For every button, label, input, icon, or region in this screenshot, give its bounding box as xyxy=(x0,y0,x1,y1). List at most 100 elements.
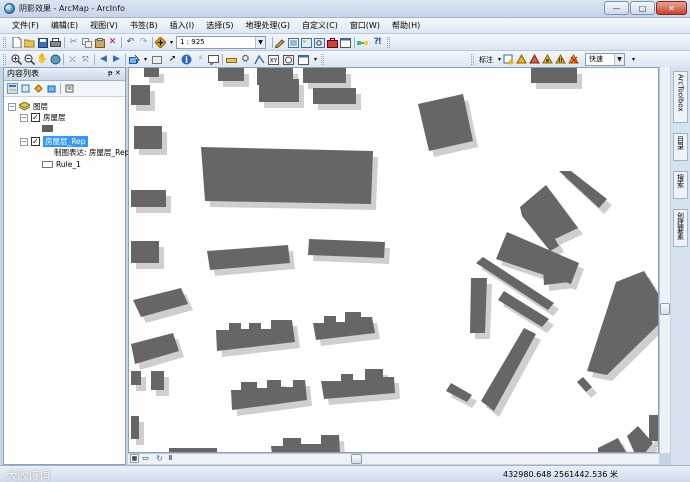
catalog-window-icon[interactable] xyxy=(301,37,312,48)
toc-pin-close-icon[interactable]: ᵽ ✕ xyxy=(108,69,121,77)
menu-edit[interactable]: 编辑(E) xyxy=(45,20,84,31)
hyperlink-icon[interactable]: ⚡ xyxy=(195,54,206,65)
python-window-icon[interactable] xyxy=(340,37,351,48)
identify-icon[interactable]: i xyxy=(181,54,192,65)
toolbar-grip[interactable] xyxy=(471,54,474,65)
time-slider-icon[interactable] xyxy=(283,54,294,65)
maximize-button[interactable]: □ xyxy=(630,1,655,15)
minimize-button[interactable]: — xyxy=(604,1,629,15)
building-footprint[interactable] xyxy=(131,241,159,263)
redo-icon[interactable]: ↷ xyxy=(138,37,149,48)
label-priority-icon[interactable] xyxy=(516,54,527,65)
save-icon[interactable] xyxy=(37,37,48,48)
find-binoculars-icon[interactable]: ⛭ xyxy=(240,54,251,65)
menu-windows[interactable]: 窗口(W) xyxy=(344,20,386,31)
menu-geoprocessing[interactable]: 地理处理(G) xyxy=(240,20,296,31)
layer-visibility-checkbox[interactable]: ✓ xyxy=(31,137,40,146)
create-viewer-window-icon[interactable] xyxy=(298,54,309,65)
open-folder-icon[interactable] xyxy=(24,37,35,48)
select-dropdown-icon[interactable]: ▾ xyxy=(140,54,151,65)
measure-icon[interactable] xyxy=(226,54,237,65)
menu-selection[interactable]: 选择(S) xyxy=(200,20,239,31)
zoom-out-icon[interactable] xyxy=(24,54,35,65)
toc-layers-group[interactable]: − 图层 xyxy=(8,101,48,112)
full-extent-globe-icon[interactable] xyxy=(50,54,61,65)
toolbar-grip[interactable] xyxy=(387,37,390,48)
toolbar-overflow-icon[interactable]: ▾ xyxy=(628,54,639,65)
lock-labels-icon[interactable] xyxy=(542,54,553,65)
pause-drawing-icon[interactable]: Ⅱ xyxy=(166,454,175,463)
html-popup-icon[interactable] xyxy=(208,54,219,65)
building-footprint[interactable] xyxy=(218,68,244,81)
select-features-icon[interactable] xyxy=(129,54,140,65)
go-back-arrow-icon[interactable]: ◀ xyxy=(98,54,109,65)
go-forward-arrow-icon[interactable]: ▶ xyxy=(111,54,122,65)
map-horizontal-scrollbar[interactable]: ▦ ▭ ↻ Ⅱ xyxy=(128,453,659,464)
menu-customize[interactable]: 自定义(C) xyxy=(296,20,344,31)
collapse-toggle[interactable]: − xyxy=(8,102,16,111)
vertical-scroll-thumb[interactable] xyxy=(660,303,670,315)
map-display[interactable] xyxy=(128,67,659,453)
building-footprint[interactable] xyxy=(531,68,577,83)
chevron-down-icon[interactable]: ▼ xyxy=(255,37,265,48)
building-footprint[interactable] xyxy=(271,435,340,453)
horizontal-scroll-thumb[interactable] xyxy=(351,454,362,464)
dock-tab-catalog[interactable]: 目录 xyxy=(673,133,688,161)
zoom-in-icon[interactable] xyxy=(11,54,22,65)
building-footprint[interactable] xyxy=(470,278,487,333)
building-footprint[interactable] xyxy=(308,239,385,258)
toolbar-grip[interactable] xyxy=(3,37,6,48)
chevron-down-icon[interactable]: ▼ xyxy=(614,54,624,65)
layer-name[interactable]: 房屋层_Rep xyxy=(43,136,88,147)
menu-bookmarks[interactable]: 书签(B) xyxy=(124,20,164,31)
find-route-icon[interactable] xyxy=(254,54,265,65)
building-footprint[interactable] xyxy=(543,264,569,285)
label-manager-icon[interactable] xyxy=(503,54,514,65)
building-footprint[interactable] xyxy=(303,68,346,83)
layer-symbol-swatch[interactable] xyxy=(42,125,53,132)
toc-layer-row-selected[interactable]: − ✓ 房屋层_Rep xyxy=(20,136,88,147)
collapse-toggle[interactable]: − xyxy=(20,137,28,146)
representation-rule-row[interactable]: Rule_1 xyxy=(42,159,81,170)
menu-file[interactable]: 文件(F) xyxy=(6,20,45,31)
label-quality-combobox[interactable]: 快速 ▼ xyxy=(585,53,625,66)
building-footprint[interactable] xyxy=(131,190,166,207)
model-builder-icon[interactable] xyxy=(357,37,368,48)
collapse-toggle[interactable]: − xyxy=(20,113,28,122)
table-of-contents-icon[interactable] xyxy=(288,37,299,48)
search-window-icon[interactable] xyxy=(314,37,325,48)
list-by-source-icon[interactable] xyxy=(20,83,31,94)
toolbar-grip[interactable] xyxy=(3,54,6,65)
paste-icon[interactable] xyxy=(94,37,105,48)
data-view-icon[interactable]: ▦ xyxy=(130,454,139,463)
view-unplaced-labels-icon[interactable] xyxy=(568,54,579,65)
refresh-icon[interactable]: ↻ xyxy=(155,454,164,463)
building-footprint[interactable] xyxy=(131,85,150,105)
building-footprint[interactable] xyxy=(520,185,578,251)
menu-view[interactable]: 视图(V) xyxy=(84,20,124,31)
dock-tab-search[interactable]: 搜索 xyxy=(673,171,688,199)
menu-help[interactable]: 帮助(H) xyxy=(386,20,426,31)
building-footprint[interactable] xyxy=(649,415,659,441)
building-footprint[interactable] xyxy=(131,416,139,439)
map-canvas[interactable] xyxy=(129,68,659,453)
toolbar-grip[interactable] xyxy=(321,54,324,65)
whats-this-help-icon[interactable]: ⁈ xyxy=(372,37,383,48)
toc-options-icon[interactable] xyxy=(64,83,75,94)
add-data-icon[interactable] xyxy=(155,37,166,48)
layer-name[interactable]: 房屋层 xyxy=(43,112,66,123)
dock-tab-arctoolbox[interactable]: ArcToolbox xyxy=(673,71,688,123)
building-footprint[interactable] xyxy=(151,371,164,390)
building-footprint[interactable] xyxy=(131,371,141,385)
new-document-icon[interactable] xyxy=(11,37,22,48)
labeling-menu[interactable]: 标注 xyxy=(479,55,493,65)
undo-icon[interactable]: ↶ xyxy=(125,37,136,48)
copy-icon[interactable] xyxy=(81,37,92,48)
list-by-visibility-icon[interactable] xyxy=(33,83,44,94)
delete-icon[interactable]: ✕ xyxy=(107,37,118,48)
pause-labeling-icon[interactable] xyxy=(555,54,566,65)
building-footprint[interactable] xyxy=(144,68,159,77)
print-icon[interactable] xyxy=(50,37,61,48)
fixed-zoom-out-icon[interactable]: ⤧ xyxy=(80,54,91,65)
select-elements-arrow-icon[interactable]: ➚ xyxy=(167,54,178,65)
